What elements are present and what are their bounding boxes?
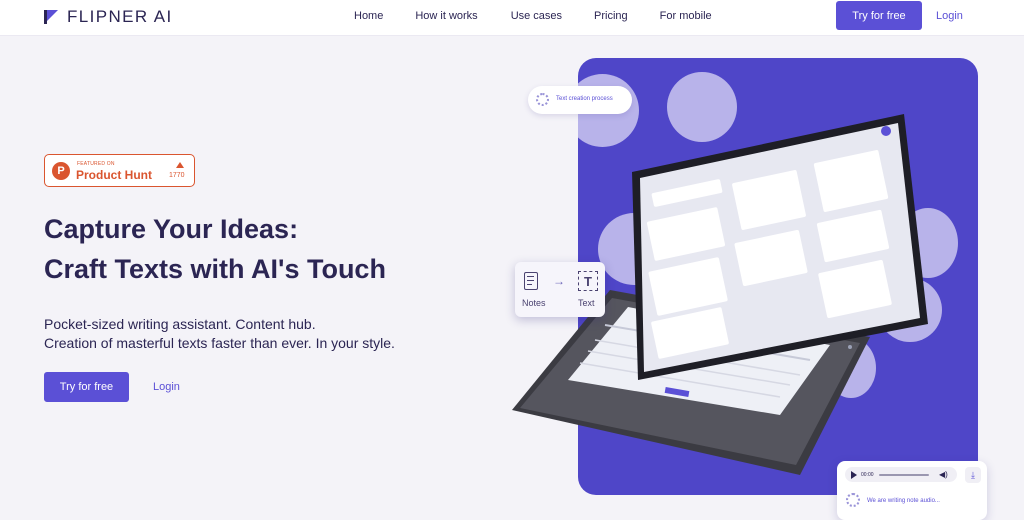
notes-label: Notes: [522, 298, 546, 308]
logo-icon: [44, 10, 58, 24]
text-icon: T: [578, 271, 598, 291]
hero-subtitle-line-2: Creation of masterful texts faster than …: [44, 335, 395, 351]
notes-to-text-card: → T Notes Text: [515, 262, 605, 317]
nav-link-home[interactable]: Home: [354, 10, 383, 22]
hero-login-link[interactable]: Login: [153, 381, 180, 393]
audio-progress-track[interactable]: [879, 474, 929, 476]
audio-time: 00:00: [861, 472, 874, 478]
product-hunt-badge[interactable]: P FEATURED ON Product Hunt 1770: [44, 154, 195, 187]
play-icon[interactable]: [851, 471, 857, 479]
audio-note-card: 00:00 ◀) ⤓ We are writing note audio...: [837, 461, 987, 520]
product-hunt-icon: P: [52, 162, 70, 180]
tablet-front-image: [632, 114, 928, 380]
loading-spinner-icon: [536, 93, 549, 106]
arrow-right-icon: →: [553, 274, 565, 288]
text-label: Text: [578, 298, 595, 308]
hero-title-line-2: Craft Texts with AI's Touch: [44, 254, 386, 284]
hero-subtitle-line-1: Pocket-sized writing assistant. Content …: [44, 316, 316, 332]
nav-link-how-it-works[interactable]: How it works: [415, 10, 477, 22]
nav-login-link[interactable]: Login: [936, 10, 963, 22]
loading-spinner-icon: [846, 493, 860, 507]
badge-upvote-count: 1770: [169, 172, 185, 179]
top-navbar: FLIPNER AI Home How it works Use cases P…: [0, 0, 1024, 36]
download-icon[interactable]: ⤓: [965, 467, 981, 483]
nav-links: Home How it works Use cases Pricing For …: [354, 10, 712, 22]
notes-icon: [524, 272, 538, 290]
text-creation-pill: Text creation process: [528, 86, 632, 114]
audio-player: 00:00 ◀): [845, 467, 957, 482]
nav-link-for-mobile[interactable]: For mobile: [660, 10, 712, 22]
logo[interactable]: FLIPNER AI: [44, 7, 173, 27]
badge-name: Product Hunt: [76, 168, 152, 182]
audio-status-text: We are writing note audio...: [867, 498, 940, 504]
badge-featured-label: FEATURED ON: [77, 161, 115, 167]
pill-status-text: Text creation process: [556, 96, 613, 102]
upvote-icon: [176, 162, 184, 168]
nav-try-free-button[interactable]: Try for free: [836, 1, 922, 30]
nav-link-pricing[interactable]: Pricing: [594, 10, 628, 22]
hero-title-line-1: Capture Your Ideas:: [44, 214, 299, 244]
brand-name: FLIPNER AI: [67, 7, 173, 26]
nav-link-use-cases[interactable]: Use cases: [511, 10, 562, 22]
hero-try-free-button[interactable]: Try for free: [44, 372, 129, 402]
volume-icon[interactable]: ◀): [939, 470, 948, 479]
